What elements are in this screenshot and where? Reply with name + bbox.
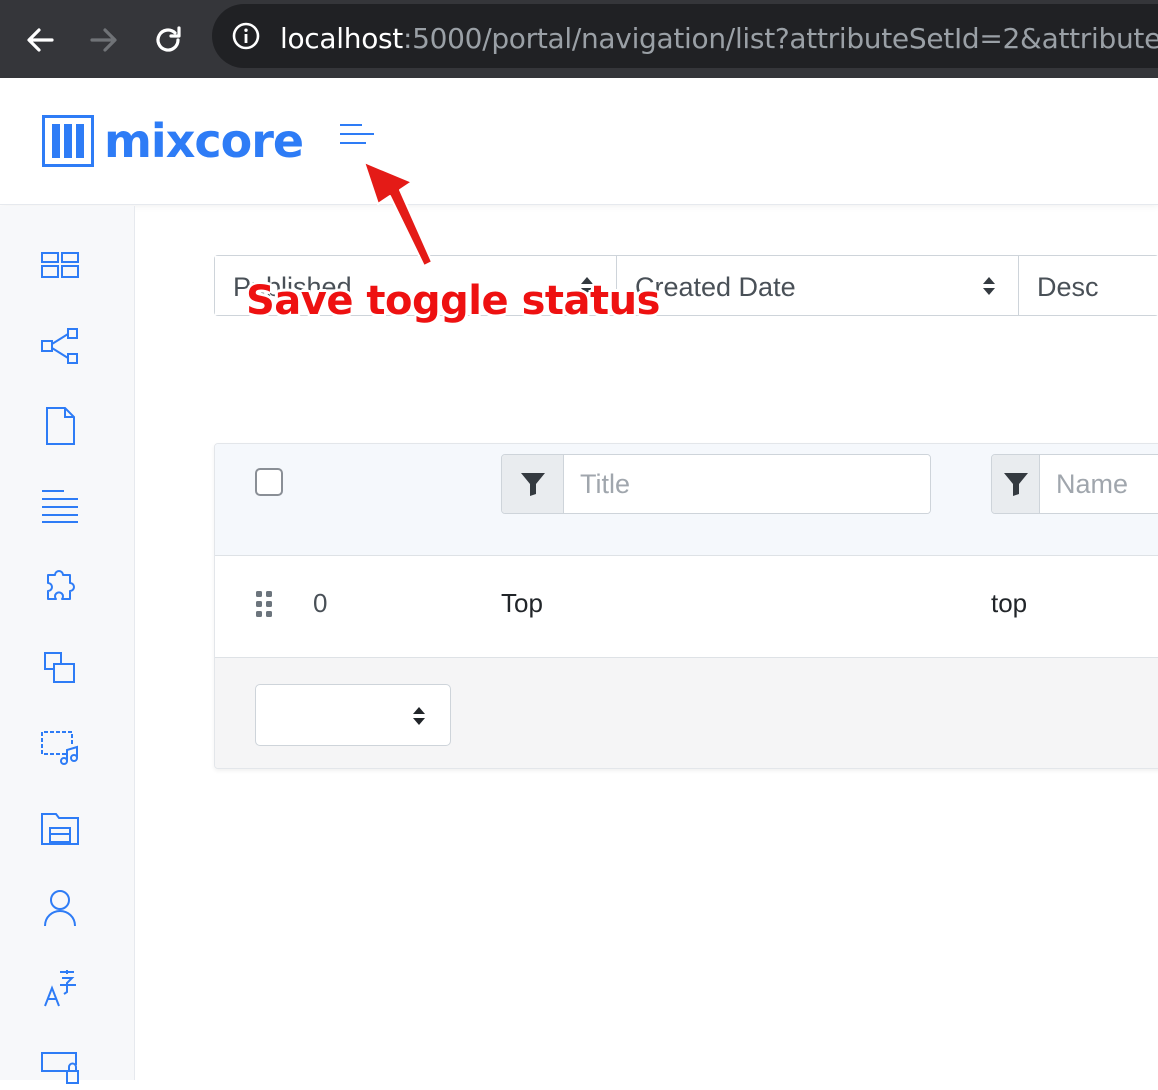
arrow-right-icon (90, 28, 117, 52)
url-text: localhost:5000/portal/navigation/list?at… (280, 22, 1158, 55)
row-name: top (991, 588, 1028, 618)
select-all-checkbox[interactable] (255, 468, 283, 496)
app-header: mixcore (0, 78, 1158, 205)
title-filter (501, 454, 931, 514)
back-button[interactable] (20, 20, 60, 60)
table-row[interactable]: 0 Top top (215, 556, 1158, 658)
sidebar-item-posts[interactable] (38, 484, 82, 528)
reload-button[interactable] (148, 20, 188, 60)
dashboard-icon (41, 252, 79, 278)
logo-mark-icon (42, 115, 94, 167)
title-filter-button[interactable] (502, 455, 564, 513)
name-filter-input[interactable] (1040, 455, 1158, 513)
language-icon (44, 970, 76, 1007)
sidebar-item-pages[interactable] (38, 404, 82, 448)
page-icon (46, 407, 75, 445)
url-host: localhost (280, 22, 403, 55)
stacked-squares-icon (44, 652, 75, 683)
arrow-left-icon (27, 28, 54, 52)
sidebar-item-files[interactable] (38, 806, 82, 850)
logo-text: mixcore (104, 114, 304, 168)
name-filter-button[interactable] (992, 455, 1040, 513)
sidebar-item-users[interactable] (38, 886, 82, 930)
browser-toolbar: localhost:5000/portal/navigation/list?at… (0, 0, 1158, 78)
posts-list-icon (42, 490, 78, 523)
sidebar-item-settings[interactable] (38, 1046, 82, 1090)
forward-button[interactable] (84, 20, 124, 60)
puzzle-module-icon (47, 570, 75, 600)
filter-icon (520, 473, 545, 496)
sidebar-item-media[interactable] (38, 726, 82, 770)
table-header (215, 444, 1158, 556)
select-caret-icon (983, 277, 995, 295)
media-icon (41, 731, 78, 765)
sidebar-toggle-button[interactable] (340, 124, 376, 148)
sort-by-select[interactable]: Created Date (617, 256, 1019, 315)
user-icon (44, 890, 76, 927)
annotation-arrow-icon (363, 161, 433, 267)
mixcore-logo[interactable]: mixcore (42, 114, 304, 168)
filter-icon (1003, 473, 1028, 496)
sidebar-item-dashboard[interactable] (38, 244, 82, 288)
url-path: :5000/portal/navigation/list?attributeSe… (403, 22, 1158, 55)
address-bar[interactable]: localhost:5000/portal/navigation/list?at… (212, 4, 1158, 68)
name-filter (991, 454, 1158, 514)
info-icon[interactable] (232, 22, 260, 50)
row-title: Top (501, 588, 543, 618)
sidebar-item-languages[interactable] (38, 966, 82, 1010)
table-footer (215, 658, 1158, 768)
share-nodes-icon (41, 328, 78, 364)
row-priority: 0 (313, 588, 328, 618)
reload-icon (156, 26, 181, 52)
navigation-table: 0 Top top (214, 443, 1158, 769)
sidebar-item-modules[interactable] (38, 564, 82, 608)
sidebar (0, 206, 135, 1084)
annotation-label: Save toggle status (246, 278, 660, 324)
file-manager-icon (41, 813, 79, 845)
select-caret-icon (413, 707, 425, 725)
drag-handle-icon[interactable] (255, 590, 273, 618)
sidebar-item-attribute-sets[interactable] (38, 646, 82, 690)
title-filter-input[interactable] (564, 455, 930, 513)
page-size-select[interactable] (255, 684, 451, 746)
direction-select[interactable]: Desc (1019, 256, 1158, 315)
sidebar-item-navigation[interactable] (38, 324, 82, 368)
direction-select-value: Desc (1037, 272, 1099, 302)
